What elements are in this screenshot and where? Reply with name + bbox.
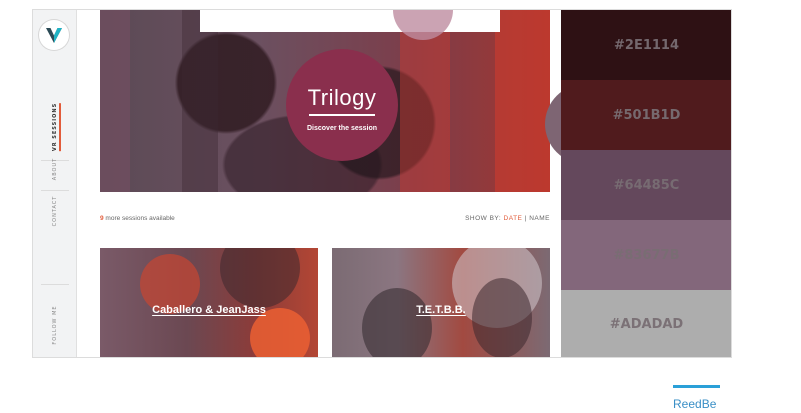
hero-banner[interactable]: Trilogy Discover the session xyxy=(100,10,550,192)
hero-subtitle-link[interactable]: Discover the session xyxy=(286,125,398,132)
sidebar-item-label: Contact xyxy=(51,195,58,227)
sidebar-item-label: About xyxy=(51,157,58,181)
brand-accent-bar xyxy=(673,385,720,388)
hero-title: Trilogy xyxy=(307,85,377,110)
logo[interactable] xyxy=(39,20,69,50)
card-shape xyxy=(220,248,300,308)
sidebar-item-label: VR Sessions xyxy=(51,102,58,152)
active-indicator xyxy=(58,102,61,152)
sidebar-divider xyxy=(41,190,69,191)
session-card[interactable]: Caballero & JeanJass xyxy=(100,248,318,357)
brand-link[interactable]: ReedBe xyxy=(673,397,716,411)
palette-swatch: #ADADAD xyxy=(561,290,731,357)
session-card[interactable]: T.E.T.B.B. xyxy=(332,248,550,357)
palette-swatch: #64485C xyxy=(561,150,731,220)
color-palette: #2E1114 #501B1D #64485C #83677B #ADADAD xyxy=(561,10,731,357)
sidebar-divider xyxy=(41,284,69,285)
sort-controls: SHOW BY: DATE | NAME xyxy=(465,215,550,222)
v-logo-icon xyxy=(46,28,62,43)
card-shape xyxy=(362,288,432,357)
hero-stripe xyxy=(182,10,218,192)
sort-separator: | xyxy=(524,215,527,222)
sidebar-item-about[interactable]: About xyxy=(52,158,58,180)
sort-name-option[interactable]: NAME xyxy=(529,215,550,222)
swatch-hex: #83677B xyxy=(613,247,680,263)
palette-swatch: #501B1D xyxy=(561,80,731,150)
sessions-bar: 9 more sessions available SHOW BY: DATE … xyxy=(100,215,550,227)
main-content: Trilogy Discover the session 9 more sess… xyxy=(77,10,561,357)
design-preview-frame: VR Sessions About Contact Follow me Tril… xyxy=(32,9,732,358)
hero-title-badge[interactable]: Trilogy Discover the session xyxy=(286,49,398,161)
sort-date-option[interactable]: DATE xyxy=(504,215,523,222)
swatch-hex: #501B1D xyxy=(612,107,681,123)
hero-stripe xyxy=(495,10,550,192)
title-underline xyxy=(309,114,375,116)
follow-me-link[interactable]: Follow me xyxy=(52,305,58,344)
palette-swatch: #83677B xyxy=(561,220,731,290)
session-card-title[interactable]: T.E.T.B.B. xyxy=(332,304,550,316)
card-shape xyxy=(472,278,532,357)
hero-shape xyxy=(200,10,500,32)
swatch-hex: #64485C xyxy=(613,177,680,193)
palette-swatch: #2E1114 xyxy=(561,10,731,80)
hero-stripe xyxy=(100,10,130,192)
sessions-count-text: more sessions available xyxy=(103,215,175,222)
sessions-count: 9 more sessions available xyxy=(100,215,175,222)
show-by-label: SHOW BY: xyxy=(465,215,502,222)
sidebar-item-contact[interactable]: Contact xyxy=(52,196,58,227)
sidebar: VR Sessions About Contact Follow me xyxy=(33,10,77,357)
swatch-hex: #2E1114 xyxy=(614,37,679,53)
sidebar-item-vr-sessions[interactable]: VR Sessions xyxy=(51,102,61,152)
swatch-hex: #ADADAD xyxy=(609,317,684,332)
session-card-title[interactable]: Caballero & JeanJass xyxy=(100,304,318,316)
follow-me-label: Follow me xyxy=(51,305,58,345)
